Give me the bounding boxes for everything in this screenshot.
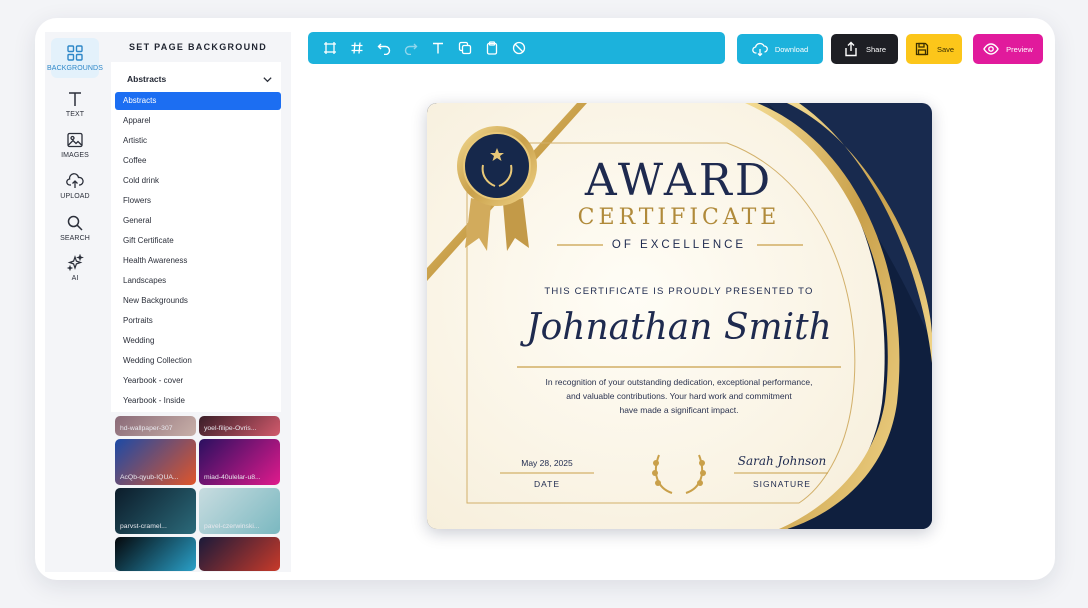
clipboard-button[interactable] [484,40,500,56]
thumbnail-label: AcQb-qyub-IQUA... [120,474,179,481]
save-label: Save [936,44,955,54]
category-item[interactable]: New Backgrounds [115,292,281,310]
rail-label: SEARCH [60,235,90,242]
background-thumbnail[interactable]: pavel-czerwinski... [199,488,280,534]
background-thumbnail[interactable]: parvst-cramel... [115,488,196,534]
rail-upload[interactable]: UPLOAD [51,166,99,206]
category-item[interactable]: Abstracts [115,92,281,110]
category-item[interactable]: Cold drink [115,172,281,190]
hide-button[interactable] [511,40,527,56]
category-item[interactable]: Artistic [115,132,281,150]
category-item[interactable]: Wedding Collection [115,352,281,370]
add-text-button[interactable] [430,40,446,56]
background-thumbnail[interactable]: AcQb-qyub-IQUA... [115,439,196,485]
certificate-body[interactable]: In recognition of your outstanding dedic… [529,375,829,417]
category-dropdown[interactable]: Abstracts [111,70,281,88]
hash-icon [351,42,363,54]
grid-tool[interactable] [349,40,365,56]
frame-tool[interactable] [322,40,338,56]
download-button[interactable]: Download [737,34,823,64]
save-icon [915,42,929,56]
thumbnail-label: yoel-filipe-Ovris... [204,425,257,432]
category-item[interactable]: General [115,212,281,230]
signature-label[interactable]: SIGNATURE [732,479,832,489]
save-button[interactable]: Save [906,34,962,64]
body-line: have made a significant impact. [619,405,739,415]
rail-text[interactable]: TEXT [51,84,99,124]
preview-button[interactable]: Preview [973,34,1043,64]
copy-icon [458,41,472,55]
rail-label: AI [71,275,79,282]
certificate-subtitle[interactable]: CERTIFICATE [519,205,839,230]
signature-value[interactable]: Sarah Johnson [732,454,832,468]
eye-icon [983,43,999,55]
text-tool-icon [433,42,443,54]
download-label: Download [774,44,809,54]
rail-ai[interactable]: AI [51,248,99,288]
body-line: and valuable contributions. Your hard wo… [566,391,792,401]
undo-icon [377,43,391,55]
hide-icon [512,41,526,55]
certificate-canvas[interactable]: AWARD CERTIFICATE OF EXCELLENCE THIS CER… [427,103,932,529]
left-rail: BACKGROUNDS TEXT IMAGES UPLOAD SEARCH AI [45,32,105,572]
category-item[interactable]: Flowers [115,192,281,210]
chevron-down-icon [263,76,272,82]
date-value[interactable]: May 28, 2025 [497,458,597,468]
upload-icon [66,173,84,188]
rail-label: UPLOAD [60,193,90,200]
text-icon [69,92,81,106]
category-item[interactable]: Gift Certificate [115,232,281,250]
share-icon [845,41,857,57]
category-item[interactable]: Coffee [115,152,281,170]
editor-toolbar [308,32,725,64]
redo-button[interactable] [403,40,419,56]
cloud-download-icon [751,42,768,57]
background-thumbnail[interactable] [115,537,196,571]
presented-text[interactable]: THIS CERTIFICATE IS PROUDLY PRESENTED TO [505,286,853,297]
image-icon [67,132,83,148]
rail-label: TEXT [65,111,85,118]
share-label: Share [865,44,886,54]
category-item[interactable]: Apparel [115,112,281,130]
category-item[interactable]: Portraits [115,312,281,330]
share-button[interactable]: Share [831,34,898,64]
rail-images[interactable]: IMAGES [51,125,99,165]
certificate-title[interactable]: AWARD [519,155,839,206]
category-item[interactable]: Yearbook - Inside [115,392,281,410]
category-item[interactable]: Landscapes [115,272,281,290]
redo-icon [404,43,418,55]
body-line: In recognition of your outstanding dedic… [545,377,813,387]
category-item[interactable]: Yearbook - cover [115,372,281,390]
dropdown-value: Abstracts [127,74,167,84]
preview-label: Preview [1006,44,1033,54]
thumbnail-label: miad-40ulelar-u8... [204,474,261,481]
category-list: Abstracts Abstracts Apparel Artistic Cof… [111,62,281,412]
duplicate-button[interactable] [457,40,473,56]
category-item[interactable]: Health Awareness [115,252,281,270]
panel-title: SET PAGE BACKGROUND [128,42,268,52]
thumbnail-label: parvst-cramel... [120,523,167,530]
background-panel: SET PAGE BACKGROUND Abstracts Abstracts … [105,32,291,572]
rail-label: IMAGES [61,152,89,159]
search-icon [67,215,83,231]
background-thumbnail[interactable]: yoel-filipe-Ovris... [199,416,280,436]
thumbnail-label: hd-wallpaper-307 [120,425,173,432]
date-label[interactable]: DATE [497,479,597,489]
background-thumbnail[interactable]: hd-wallpaper-307 [115,416,196,436]
recipient-name[interactable]: Johnathan Smith [505,307,853,348]
rail-search[interactable]: SEARCH [51,208,99,248]
rail-label: BACKGROUNDS [47,65,103,72]
certificate-tagline[interactable]: OF EXCELLENCE [519,239,839,251]
frame-icon [324,42,336,54]
sparkle-icon [66,254,84,272]
grid-icon [67,45,83,61]
thumbnail-label: pavel-czerwinski... [204,523,260,530]
category-item[interactable]: Wedding [115,332,281,350]
background-thumbnail[interactable] [199,537,280,571]
app-frame: BACKGROUNDS TEXT IMAGES UPLOAD SEARCH AI… [35,18,1055,580]
rail-backgrounds[interactable]: BACKGROUNDS [47,38,103,78]
clipboard-icon [486,41,498,55]
undo-button[interactable] [376,40,392,56]
background-thumbnail[interactable]: miad-40ulelar-u8... [199,439,280,485]
